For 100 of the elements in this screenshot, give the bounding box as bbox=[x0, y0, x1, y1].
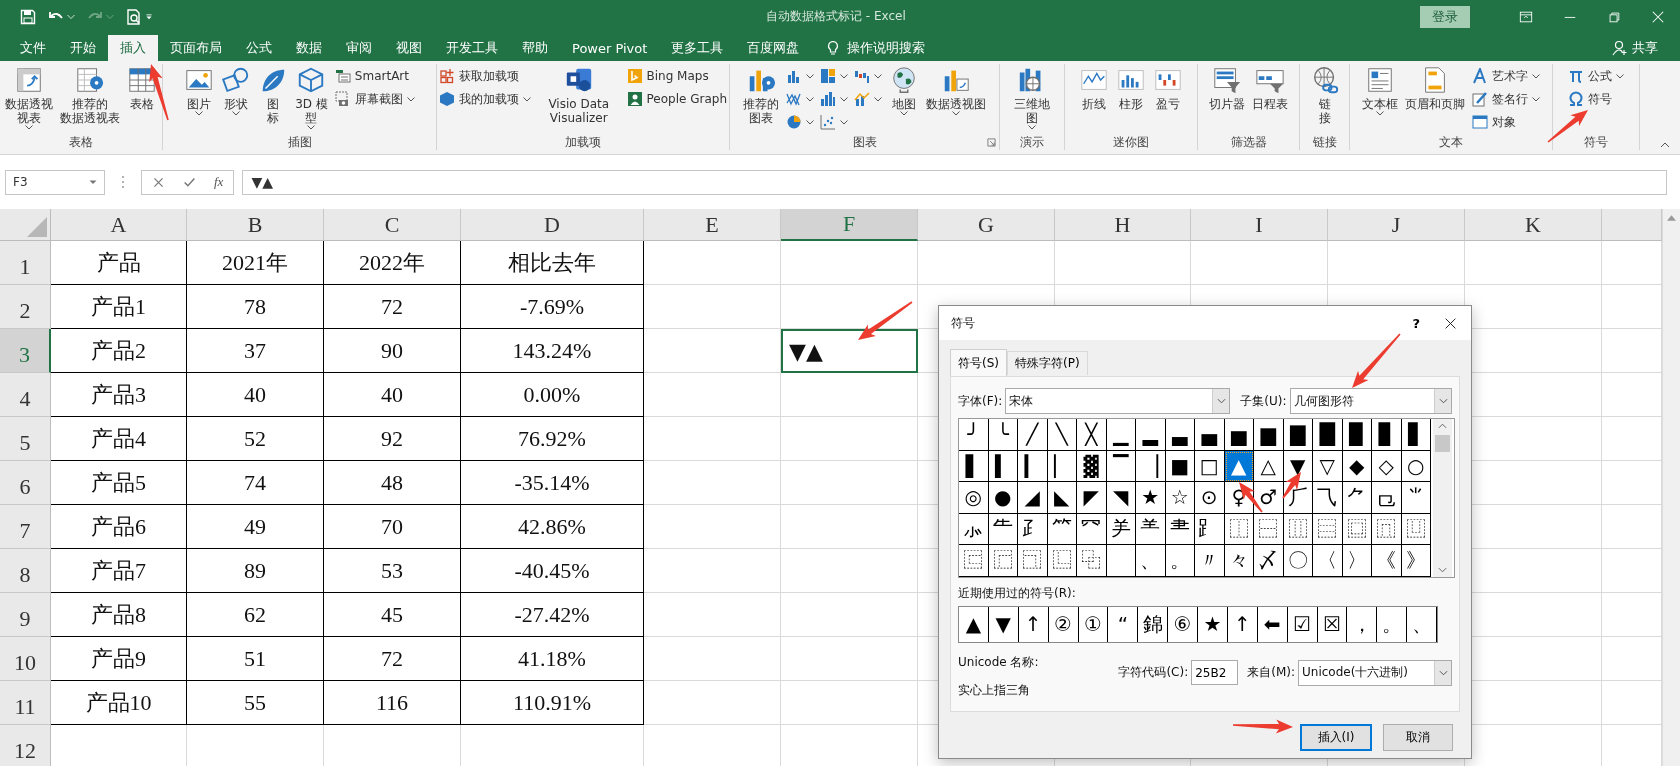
symbol-cell[interactable]: ◇ bbox=[1372, 450, 1402, 482]
row-header[interactable]: 12 bbox=[0, 725, 51, 766]
close-icon[interactable] bbox=[1444, 316, 1457, 330]
symbol-cell[interactable]: ▼ bbox=[988, 606, 1019, 642]
symbol-cell[interactable]: ╰ bbox=[988, 419, 1018, 451]
symbol-cell[interactable]: ⿴ bbox=[1342, 513, 1372, 545]
insert-function-button[interactable]: fx bbox=[214, 174, 224, 190]
symbol-cell[interactable]: 、 bbox=[1407, 606, 1437, 642]
ribbon-tab[interactable]: 帮助 bbox=[510, 35, 560, 61]
column-header[interactable]: C bbox=[324, 209, 461, 241]
symbol-cell[interactable]: ⺄ bbox=[1313, 482, 1343, 514]
symbol-cell[interactable]: ╳ bbox=[1077, 419, 1107, 451]
empty-cell[interactable] bbox=[644, 549, 781, 593]
symbol-cell[interactable]: ▂ bbox=[1136, 419, 1166, 451]
symbol-cell[interactable]: 〉 bbox=[1342, 545, 1372, 577]
empty-cell[interactable] bbox=[644, 373, 781, 417]
ribbon-button[interactable]: 形状 bbox=[219, 64, 254, 117]
ribbon-tab[interactable]: 数据 bbox=[284, 35, 334, 61]
scroll-thumb[interactable] bbox=[1435, 435, 1450, 452]
ribbon-button[interactable]: 盈亏 bbox=[1151, 64, 1185, 112]
ribbon-tab[interactable]: 公式 bbox=[234, 35, 284, 61]
symbol-cell[interactable]: ▕ bbox=[1136, 450, 1166, 482]
symbol-cell[interactable]: ⺳ bbox=[1077, 513, 1107, 545]
empty-cell[interactable] bbox=[781, 549, 918, 593]
ribbon-button[interactable]: 艺术字 bbox=[1470, 65, 1542, 87]
column-header[interactable]: G bbox=[918, 209, 1055, 241]
dialog-tab[interactable]: 符号(S) bbox=[950, 349, 1007, 376]
symbol-cell[interactable]: 〃 bbox=[1195, 545, 1225, 577]
ribbon-button[interactable]: 三维地图 bbox=[1012, 64, 1052, 131]
symbol-cell[interactable]: 錦 bbox=[1138, 606, 1169, 642]
symbol-cell[interactable]: 》 bbox=[1401, 545, 1431, 577]
symbol-cell[interactable]: ▇ bbox=[1283, 419, 1313, 451]
active-cell[interactable]: ▼▲ bbox=[781, 329, 918, 373]
print-preview-icon[interactable] bbox=[126, 8, 142, 25]
ribbon-button[interactable]: 折线 bbox=[1077, 64, 1111, 112]
empty-cell[interactable] bbox=[644, 329, 781, 373]
symbol-cell[interactable]: ▏ bbox=[1047, 450, 1077, 482]
ribbon-button[interactable]: People Graph bbox=[624, 88, 729, 110]
symbol-cell[interactable]: ○ bbox=[1401, 450, 1431, 482]
restore-icon[interactable] bbox=[1607, 9, 1621, 24]
symbol-cell[interactable]: ★ bbox=[1198, 606, 1228, 642]
symbol-cell[interactable]: ▆ bbox=[1254, 419, 1284, 451]
ribbon-button[interactable]: 切片器 bbox=[1207, 64, 1247, 112]
symbol-cell[interactable]: ★ bbox=[1136, 482, 1166, 514]
empty-cell[interactable] bbox=[644, 505, 781, 549]
symbol-cell[interactable]: ⺮ bbox=[1047, 513, 1077, 545]
ribbon-tab[interactable]: 页面布局 bbox=[158, 35, 234, 61]
dialog-launcher-icon[interactable] bbox=[987, 138, 996, 147]
row-header[interactable]: 5 bbox=[0, 417, 51, 461]
ribbon-tab[interactable]: 插入 bbox=[108, 35, 158, 61]
symbol-cell[interactable]: ⿸ bbox=[988, 545, 1018, 577]
symbol-cell[interactable]: ▃ bbox=[1165, 419, 1195, 451]
symbol-cell[interactable]: ↑ bbox=[1018, 606, 1049, 642]
symbol-cell[interactable] bbox=[1106, 545, 1136, 577]
character-code-field[interactable]: 25B2 bbox=[1191, 660, 1239, 685]
column-header[interactable]: D bbox=[461, 209, 644, 241]
symbol-cell[interactable]: █ bbox=[1313, 419, 1343, 451]
ribbon-button[interactable]: 数据透视图 bbox=[924, 64, 988, 117]
symbol-cell[interactable]: ▍ bbox=[988, 450, 1018, 482]
collapse-icon[interactable] bbox=[1660, 142, 1670, 148]
row-header[interactable]: 4 bbox=[0, 373, 51, 417]
ribbon-button[interactable]: 我的加载项 bbox=[437, 88, 533, 110]
row-header[interactable]: 1 bbox=[0, 241, 51, 285]
empty-cell[interactable] bbox=[1055, 241, 1191, 285]
symbol-cell[interactable]: ▋ bbox=[1401, 419, 1431, 451]
empty-cell[interactable] bbox=[1191, 241, 1328, 285]
symbol-cell[interactable]: ⿷ bbox=[959, 545, 989, 577]
symbol-cell[interactable]: ⿶ bbox=[1401, 513, 1431, 545]
symbol-cell[interactable]: 〆 bbox=[1254, 545, 1284, 577]
empty-cell[interactable] bbox=[1465, 241, 1602, 285]
symbol-cell[interactable]: ⿰ bbox=[1224, 513, 1254, 545]
name-box[interactable]: F3 bbox=[5, 169, 105, 195]
column-header[interactable]: E bbox=[644, 209, 781, 241]
empty-cell[interactable] bbox=[644, 285, 781, 329]
scrollbar[interactable] bbox=[1433, 419, 1452, 577]
empty-cell[interactable] bbox=[781, 417, 918, 461]
empty-cell[interactable] bbox=[781, 461, 918, 505]
symbol-cell[interactable]: ， bbox=[1347, 606, 1378, 642]
ribbon-button[interactable]: 数据透视视表 bbox=[3, 64, 55, 131]
symbol-cell[interactable]: ⬅ bbox=[1257, 606, 1288, 642]
dialog-tab[interactable]: 特殊字符(P) bbox=[1007, 351, 1088, 375]
ribbon-button[interactable]: 3D 模型 bbox=[293, 64, 330, 131]
ribbon-tab[interactable]: 更多工具 bbox=[659, 35, 736, 61]
dialog-button[interactable]: 取消 bbox=[1383, 724, 1453, 751]
ribbon-button[interactable]: 签名行 bbox=[1470, 88, 1542, 110]
empty-cell[interactable] bbox=[644, 241, 781, 285]
symbol-cell[interactable]: ⿱ bbox=[1254, 513, 1284, 545]
symbol-cell[interactable]: ⿳ bbox=[1313, 513, 1343, 545]
ribbon-button[interactable]: 获取加载项 bbox=[437, 65, 533, 87]
empty-cell[interactable] bbox=[781, 637, 918, 681]
save-icon[interactable] bbox=[20, 8, 36, 25]
row-header[interactable]: 11 bbox=[0, 681, 51, 725]
row-header[interactable]: 9 bbox=[0, 593, 51, 637]
customize-icon[interactable] bbox=[145, 13, 153, 20]
row-header[interactable]: 2 bbox=[0, 285, 51, 329]
symbol-cell[interactable]: 〇 bbox=[1283, 545, 1313, 577]
symbol-cell[interactable]: ↑ bbox=[1227, 606, 1258, 642]
empty-cell[interactable] bbox=[644, 417, 781, 461]
symbol-cell[interactable]: ⺷ bbox=[1136, 513, 1166, 545]
symbol-cell[interactable]: ◎ bbox=[959, 482, 989, 514]
